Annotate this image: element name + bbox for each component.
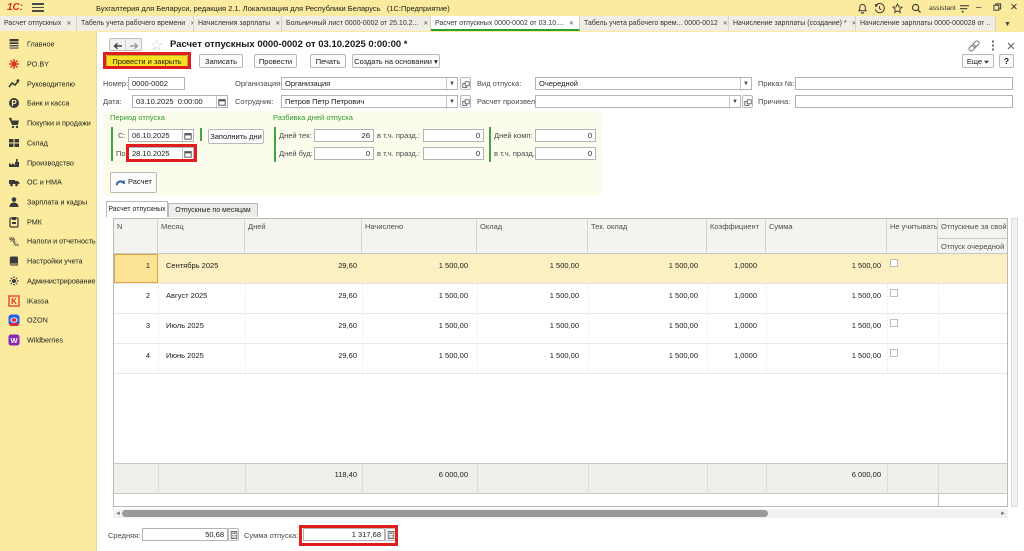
svg-text:‰: ‰ [13, 242, 19, 247]
svg-text:Р: Р [11, 99, 17, 108]
svg-text:K: K [11, 297, 17, 306]
svg-text:W: W [10, 336, 18, 345]
